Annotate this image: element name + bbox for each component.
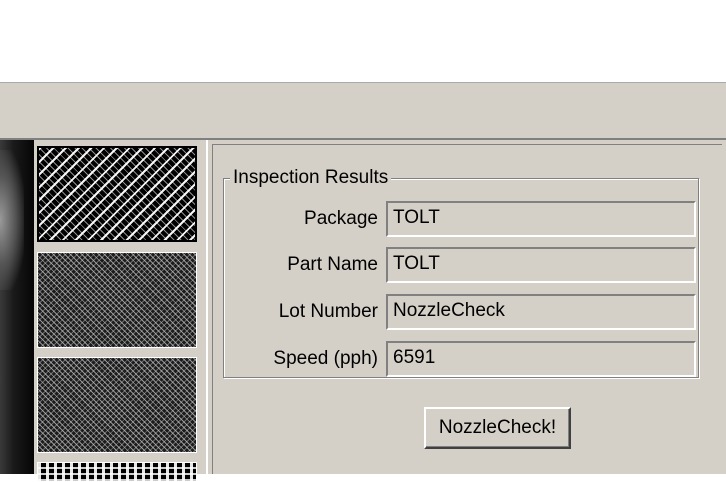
package-field[interactable]: TOLT — [386, 201, 696, 237]
lot-number-field[interactable]: NozzleCheck — [386, 294, 696, 330]
thumbnail-strip — [34, 140, 206, 482]
camera-image-highlight — [0, 150, 24, 290]
part-name-field[interactable]: TOLT — [386, 247, 696, 283]
part-name-label: Part Name — [287, 254, 378, 275]
speed-label: Speed (pph) — [273, 348, 378, 369]
nozzle-check-button[interactable]: NozzleCheck! — [424, 407, 571, 449]
thumbnail-selected[interactable] — [37, 146, 197, 242]
lot-number-label: Lot Number — [278, 301, 378, 322]
thumbnail[interactable] — [37, 252, 197, 348]
toolbar-band — [0, 82, 726, 140]
inspection-results-title: Inspection Results — [230, 167, 392, 189]
speed-field[interactable]: 6591 — [386, 341, 696, 377]
top-blank-area — [0, 0, 726, 82]
package-label: Package — [304, 208, 378, 229]
thumbnail[interactable] — [37, 462, 197, 482]
thumbnail[interactable] — [37, 357, 197, 453]
